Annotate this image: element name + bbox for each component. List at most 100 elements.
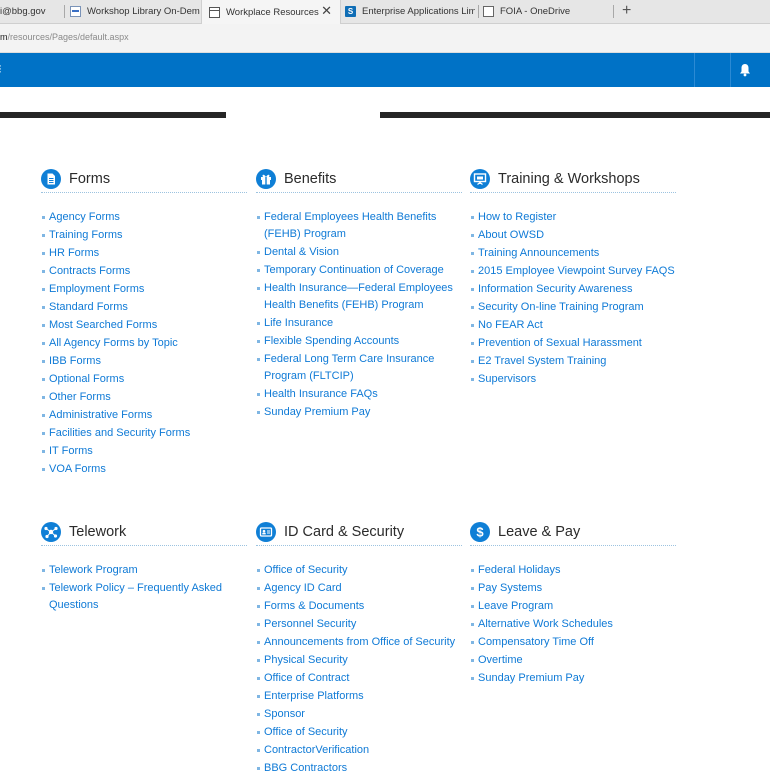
resource-link[interactable]: IBB Forms [41, 353, 247, 370]
url-text[interactable]: m/resources/Pages/default.aspx [0, 32, 129, 42]
section-title: Training & Workshops [498, 171, 640, 187]
resource-link[interactable]: Health Insurance FAQs [256, 386, 462, 403]
link-list: Telework Program Telework Policy – Freque… [41, 562, 247, 614]
resource-link[interactable]: Employment Forms [41, 281, 247, 298]
resource-link[interactable]: Administrative Forms [41, 407, 247, 424]
resource-link[interactable]: Overtime [470, 652, 676, 669]
resource-link[interactable]: Training Announcements [470, 245, 676, 262]
resource-link[interactable]: Compensatory Time Off [470, 634, 676, 651]
resource-link[interactable]: ContractorVerification [256, 742, 462, 759]
section-title: ID Card & Security [284, 524, 405, 540]
section-header: Training & Workshops [470, 168, 676, 193]
tab-separator [613, 5, 614, 18]
browser-tab-3-active[interactable]: Workplace Resources ✕ [201, 0, 341, 24]
resource-link[interactable]: Personnel Security [256, 616, 462, 633]
tab-2-label: Workshop Library On-Dema [87, 6, 200, 17]
resource-link[interactable]: Other Forms [41, 389, 247, 406]
section-forms: Forms Agency Forms Training Forms HR Forms… [41, 168, 247, 479]
resource-link[interactable]: Optional Forms [41, 371, 247, 388]
browser-tab-5[interactable]: FOIA - OneDrive [483, 0, 613, 23]
resource-link[interactable]: Agency ID Card [256, 580, 462, 597]
document-icon [41, 169, 61, 189]
link-list: Federal Employees Health Benefits (FEHB)… [256, 209, 462, 421]
close-tab-icon[interactable]: ✕ [321, 4, 332, 18]
browser-tab-4[interactable]: S Enterprise Applications Limi [345, 0, 475, 23]
tab-1-label: i@bbg.gov [0, 6, 46, 17]
resource-link[interactable]: HR Forms [41, 245, 247, 262]
resource-link[interactable]: IT Forms [41, 443, 247, 460]
section-id-card-security: ID Card & Security Office of Security Age… [256, 521, 462, 778]
link-list: Office of Security Agency ID Card Forms & … [256, 562, 462, 777]
address-bar[interactable]: m/resources/Pages/default.aspx [0, 24, 770, 53]
resource-link[interactable]: Training Forms [41, 227, 247, 244]
sharepoint-icon: S [345, 6, 356, 17]
resource-link[interactable]: Announcements from Office of Security [256, 634, 462, 651]
resource-link[interactable]: Sunday Premium Pay [256, 404, 462, 421]
onedrive-icon [483, 6, 494, 17]
resource-link[interactable]: Office of Security [256, 724, 462, 741]
resource-link[interactable]: Office of Security [256, 562, 462, 579]
link-list: Agency Forms Training Forms HR Forms Contra… [41, 209, 247, 478]
bell-icon[interactable] [739, 63, 751, 77]
app-launcher-icon[interactable]: ⁝ [0, 62, 2, 76]
resource-link[interactable]: Federal Employees Health Benefits (FEHB)… [256, 209, 462, 243]
resource-link[interactable]: Temporary Continuation of Coverage [256, 262, 462, 279]
resource-link[interactable]: Alternative Work Schedules [470, 616, 676, 633]
svg-text:$: $ [476, 525, 484, 540]
resource-link[interactable]: Federal Long Term Care Insurance Program… [256, 351, 462, 385]
resource-link[interactable]: Supervisors [470, 371, 676, 388]
resource-link[interactable]: Dental & Vision [256, 244, 462, 261]
resource-link[interactable]: BBG Contractors [256, 760, 462, 777]
browser-tab-1[interactable]: i@bbg.gov [0, 0, 62, 23]
resource-link[interactable]: Most Searched Forms [41, 317, 247, 334]
resource-link[interactable]: Flexible Spending Accounts [256, 333, 462, 350]
resource-link[interactable]: Prevention of Sexual Harassment [470, 335, 676, 352]
resource-link[interactable]: Leave Program [470, 598, 676, 615]
suite-divider [694, 53, 695, 87]
section-telework: Telework Telework Program Telework Policy… [41, 521, 247, 615]
resource-link[interactable]: Sponsor [256, 706, 462, 723]
section-header: Forms [41, 168, 247, 193]
resource-link[interactable]: Contracts Forms [41, 263, 247, 280]
suite-bar: ⁝ [0, 53, 770, 87]
section-header: Telework [41, 521, 247, 546]
resource-link[interactable]: Forms & Documents [256, 598, 462, 615]
resource-link[interactable]: Office of Contract [256, 670, 462, 687]
resource-link[interactable]: Federal Holidays [470, 562, 676, 579]
resource-link[interactable]: Telework Program [41, 562, 247, 579]
resource-link[interactable]: VOA Forms [41, 461, 247, 478]
resource-link[interactable]: Information Security Awareness [470, 281, 676, 298]
resource-link[interactable]: Agency Forms [41, 209, 247, 226]
nav-band-left [0, 112, 226, 118]
resource-link[interactable]: Health Insurance—Federal Employees Healt… [256, 280, 462, 314]
resource-link[interactable]: About OWSD [470, 227, 676, 244]
suite-divider [730, 53, 731, 87]
tab-separator [478, 5, 479, 18]
browser-tab-strip: i@bbg.gov Workshop Library On-Dema Workp… [0, 0, 770, 24]
resource-link[interactable]: Telework Policy – Frequently Asked Quest… [41, 580, 247, 614]
resource-link[interactable]: Sunday Premium Pay [470, 670, 676, 687]
new-tab-button[interactable]: + [622, 1, 631, 21]
nav-band-right [380, 112, 770, 118]
resource-link[interactable]: E2 Travel System Training [470, 353, 676, 370]
url-host: m [0, 32, 8, 42]
resource-link[interactable]: How to Register [470, 209, 676, 226]
network-icon [41, 522, 61, 542]
resource-link[interactable]: Pay Systems [470, 580, 676, 597]
browser-tab-2[interactable]: Workshop Library On-Dema [70, 0, 200, 23]
section-title: Leave & Pay [498, 524, 581, 540]
resource-link[interactable]: Physical Security [256, 652, 462, 669]
section-training-workshops: Training & Workshops How to Register Abou… [470, 168, 676, 389]
section-title: Benefits [284, 171, 337, 187]
resource-link[interactable]: All Agency Forms by Topic [41, 335, 247, 352]
resource-link[interactable]: Enterprise Platforms [256, 688, 462, 705]
resource-link[interactable]: No FEAR Act [470, 317, 676, 334]
presentation-icon [470, 169, 490, 189]
resource-link[interactable]: 2015 Employee Viewpoint Survey FAQS [470, 263, 676, 280]
resource-link[interactable]: Standard Forms [41, 299, 247, 316]
resource-link[interactable]: Life Insurance [256, 315, 462, 332]
section-header: $ Leave & Pay [470, 521, 676, 546]
tab-4-label: Enterprise Applications Limi [362, 6, 475, 17]
resource-link[interactable]: Facilities and Security Forms [41, 425, 247, 442]
resource-link[interactable]: Security On-line Training Program [470, 299, 676, 316]
